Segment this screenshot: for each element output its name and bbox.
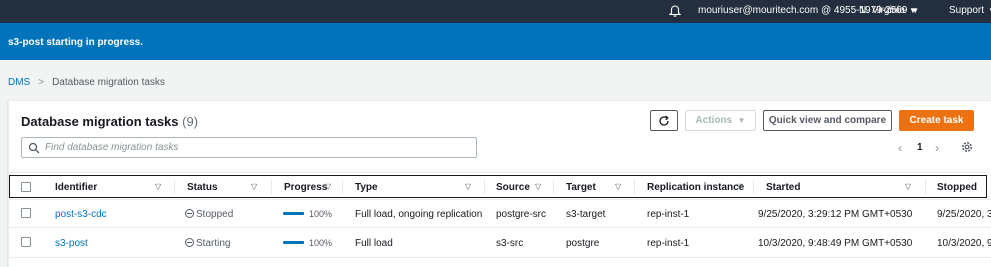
column-header-status[interactable]: Status (187, 182, 218, 193)
progress-bar (283, 241, 304, 244)
task-type: Full load, ongoing replication (355, 209, 483, 220)
column-divider (553, 179, 554, 195)
task-count: (9) (182, 114, 199, 129)
page-number[interactable]: 1 (917, 142, 923, 153)
column-header-target[interactable]: Target (566, 182, 596, 193)
status-text: Starting (196, 238, 231, 249)
sort-icon[interactable]: ▽ (251, 182, 257, 191)
task-identifier-link[interactable]: s3-post (55, 238, 88, 249)
breadcrumb: DMS > Database migration tasks (8, 77, 165, 88)
create-task-button[interactable]: Create task (899, 110, 974, 131)
column-header-type[interactable]: Type (355, 182, 378, 193)
task-stopped: 9/25/2020, 3 (937, 209, 991, 220)
column-divider (271, 179, 272, 195)
task-target: postgre (566, 238, 600, 249)
search-input[interactable]: Find database migration tasks (21, 137, 477, 158)
starting-status-icon (185, 238, 194, 247)
sort-icon[interactable]: ▽ (465, 182, 471, 191)
stopped-status-icon (185, 209, 194, 218)
notification-bell-icon[interactable] (668, 4, 682, 18)
chevron-right-icon[interactable]: › (935, 141, 939, 155)
column-divider (634, 179, 635, 195)
actions-button[interactable]: Actions ▼ (685, 110, 756, 131)
sort-icon[interactable]: ▽ (615, 182, 621, 191)
table-row[interactable]: post-s3-cdc Stopped 100% Full load, ongo… (9, 200, 991, 228)
progress-bar (283, 212, 304, 215)
column-divider (484, 179, 485, 195)
task-target: s3-target (566, 209, 606, 220)
sort-icon[interactable]: ▽ (155, 182, 161, 191)
flash-message: s3-post starting in progress. (8, 37, 144, 48)
column-header-source[interactable]: Source (496, 182, 530, 193)
column-divider (753, 179, 754, 195)
task-replication-instance: rep-inst-1 (647, 238, 690, 249)
task-stopped: 10/3/2020, 9 (937, 238, 991, 249)
refresh-button[interactable] (650, 110, 678, 131)
region-label: N. Virginia (859, 5, 905, 16)
status-text: Stopped (196, 209, 234, 220)
status-badge: Starting (185, 238, 230, 249)
top-navigation-bar: mouriuser@mouritech.com @ 4955-1979-2569… (0, 0, 991, 23)
column-divider (342, 179, 343, 195)
status-badge: Stopped (185, 209, 233, 220)
breadcrumb-separator-icon: > (38, 77, 45, 88)
tasks-panel: Database migration tasks (9) Actions ▼ Q… (8, 100, 991, 267)
task-type: Full load (355, 238, 393, 249)
caret-down-icon: ▼ (737, 116, 746, 125)
breadcrumb-current: Database migration tasks (52, 77, 165, 88)
task-source: s3-src (496, 238, 524, 249)
sort-icon[interactable]: ▽ (535, 182, 541, 191)
column-header-identifier[interactable]: Identifier (55, 182, 97, 193)
task-started: 10/3/2020, 9:48:49 PM GMT+0530 (758, 238, 913, 249)
page-title: Database migration tasks (9) (21, 114, 198, 129)
support-menu[interactable]: Support▼ (949, 5, 991, 16)
chevron-left-icon[interactable]: ‹ (898, 141, 902, 155)
column-divider (174, 179, 175, 195)
search-icon (28, 142, 40, 154)
sort-icon[interactable]: ▽ (325, 182, 331, 191)
support-label: Support (949, 5, 985, 16)
page-title-text: Database migration tasks (21, 114, 179, 129)
region-menu[interactable]: N. Virginia ▼ (859, 5, 917, 16)
column-header-started[interactable]: Started (766, 182, 800, 193)
column-header-stopped[interactable]: Stopped (937, 182, 977, 193)
gear-icon[interactable] (960, 140, 974, 154)
progress-percent: 100% (309, 209, 333, 219)
quick-view-compare-button[interactable]: Quick view and compare (763, 110, 892, 131)
caret-down-icon: ▼ (908, 6, 917, 15)
task-started: 9/25/2020, 3:29:12 PM GMT+0530 (758, 209, 913, 220)
actions-label: Actions (695, 115, 733, 126)
task-source: postgre-src (496, 209, 547, 220)
column-header-progress[interactable]: Progress (284, 182, 327, 193)
task-identifier-link[interactable]: post-s3-cdc (55, 209, 107, 220)
breadcrumb-dms-link[interactable]: DMS (8, 77, 30, 88)
search-placeholder: Find database migration tasks (45, 142, 179, 153)
progress-percent: 100% (309, 238, 333, 248)
table-header: Identifier ▽ Status ▽ Progress ▽ Type ▽ … (9, 172, 991, 200)
flash-notification: s3-post starting in progress. (0, 23, 991, 60)
row-checkbox[interactable] (21, 208, 31, 218)
column-divider (925, 179, 926, 195)
row-checkbox[interactable] (21, 237, 31, 247)
task-replication-instance: rep-inst-1 (647, 209, 690, 220)
sort-icon[interactable]: ▽ (905, 182, 911, 191)
select-all-checkbox[interactable] (21, 182, 31, 192)
sort-icon[interactable]: ▽ (737, 182, 743, 191)
column-header-replication-instance[interactable]: Replication instance (647, 182, 744, 193)
main-content: DMS > Database migration tasks Database mi… (0, 60, 991, 267)
refresh-icon (659, 114, 669, 126)
table-row[interactable]: s3-post Starting 100% Full load s3-src p… (9, 229, 991, 258)
